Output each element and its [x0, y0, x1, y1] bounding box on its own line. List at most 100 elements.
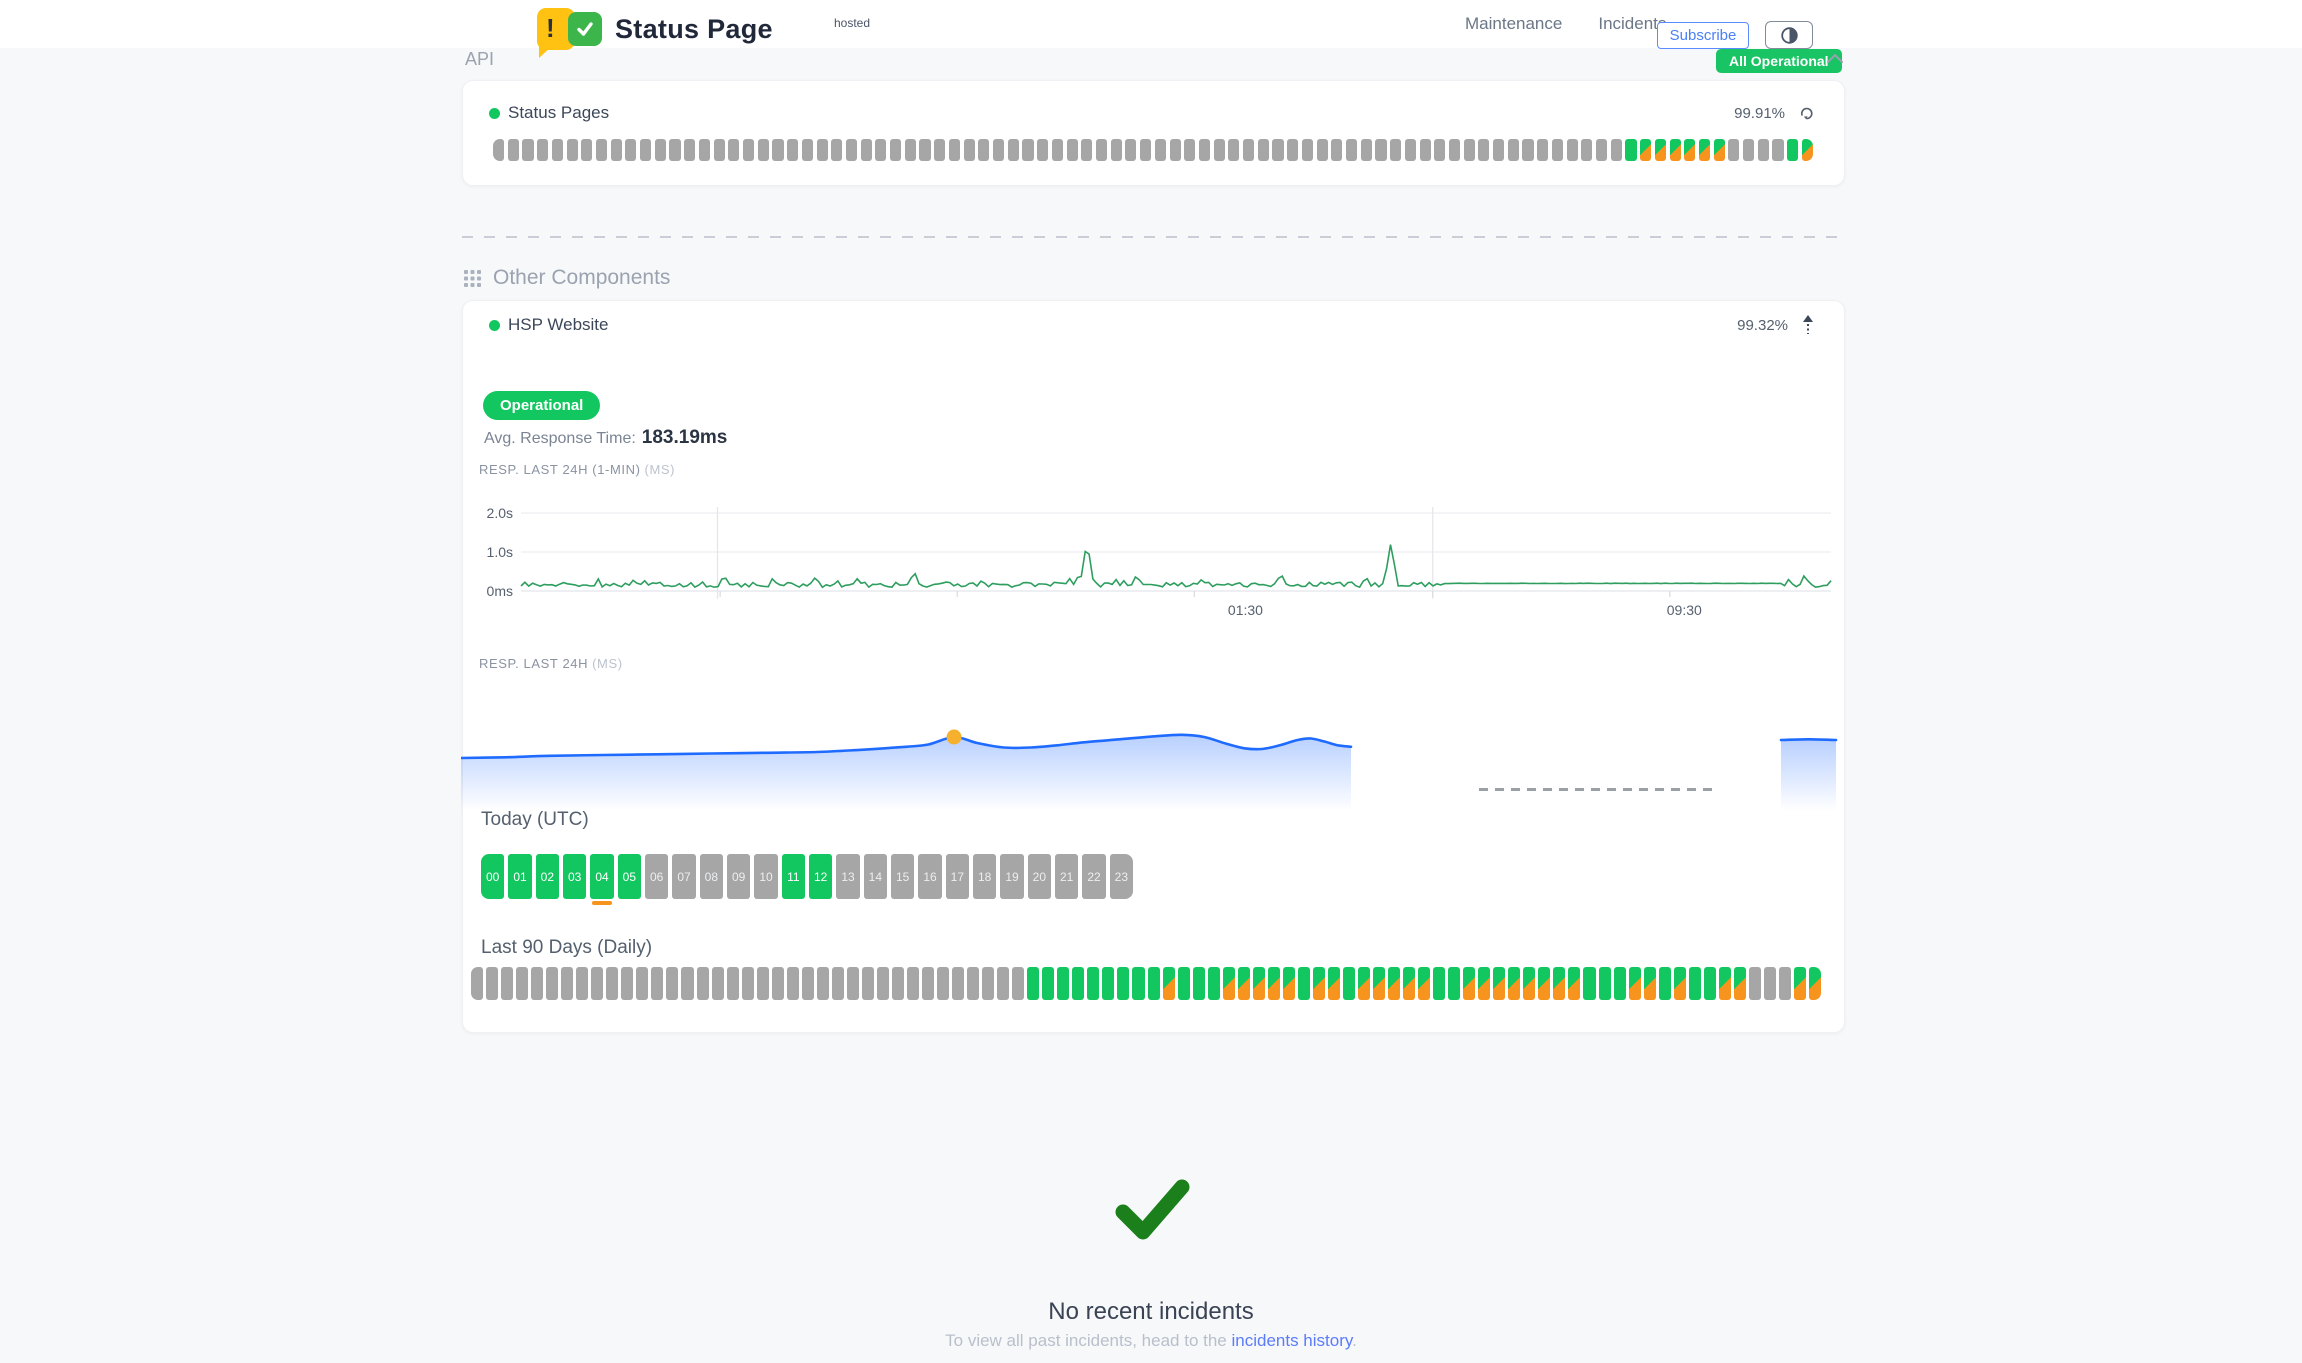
uptime-bar-empty[interactable]: [712, 967, 724, 1000]
hour-block-06[interactable]: 06: [645, 854, 668, 899]
uptime-bar-empty[interactable]: [742, 967, 754, 1000]
uptime-bar-up[interactable]: [1614, 967, 1626, 1000]
uptime-bar-empty[interactable]: [758, 139, 769, 161]
uptime-bar-empty[interactable]: [1728, 139, 1739, 161]
uptime-bar-partial[interactable]: [1719, 967, 1731, 1000]
uptime-bar-up[interactable]: [1659, 967, 1671, 1000]
uptime-bar-empty[interactable]: [743, 139, 754, 161]
uptime-bar-up[interactable]: [1072, 967, 1084, 1000]
highlight-marker-dot[interactable]: [947, 730, 962, 745]
uptime-bar-empty[interactable]: [907, 967, 919, 1000]
uptime-bar-partial[interactable]: [1388, 967, 1400, 1000]
uptime-bar-partial[interactable]: [1403, 967, 1415, 1000]
uptime-bar-partial[interactable]: [1629, 967, 1641, 1000]
uptime-bar-empty[interactable]: [787, 139, 798, 161]
uptime-bar-empty[interactable]: [1478, 139, 1489, 161]
uptime-bar-empty[interactable]: [611, 139, 622, 161]
uptime-bar-empty[interactable]: [967, 967, 979, 1000]
uptime-bar-up[interactable]: [1178, 967, 1190, 1000]
uptime-bar-empty[interactable]: [640, 139, 651, 161]
uptime-bar-empty[interactable]: [1037, 139, 1048, 161]
uptime-bar-empty[interactable]: [699, 139, 710, 161]
uptime-bar-partial[interactable]: [1640, 139, 1651, 161]
subscribe-button[interactable]: Subscribe: [1657, 22, 1749, 49]
uptime-bar-partial[interactable]: [1809, 967, 1821, 1000]
uptime-bar-empty[interactable]: [890, 139, 901, 161]
uptime-bar-empty[interactable]: [669, 139, 680, 161]
uptime-bar-empty[interactable]: [997, 967, 1009, 1000]
uptime-bar-up[interactable]: [1042, 967, 1054, 1000]
hour-block-10[interactable]: 10: [754, 854, 777, 899]
hour-block-13[interactable]: 13: [836, 854, 859, 899]
uptime-bar-empty[interactable]: [1012, 967, 1024, 1000]
uptime-bar-empty[interactable]: [892, 967, 904, 1000]
hour-block-08[interactable]: 08: [700, 854, 723, 899]
uptime-bar-empty[interactable]: [831, 139, 842, 161]
uptime-bar-empty[interactable]: [1420, 139, 1431, 161]
uptime-bar-empty[interactable]: [847, 967, 859, 1000]
uptime-bar-empty[interactable]: [982, 967, 994, 1000]
uptime-bar-empty[interactable]: [1361, 139, 1372, 161]
uptime-bar-empty[interactable]: [952, 967, 964, 1000]
uptime-bar-partial[interactable]: [1463, 967, 1475, 1000]
uptime-bar-up[interactable]: [1057, 967, 1069, 1000]
uptime-bar-empty[interactable]: [486, 967, 498, 1000]
uptime-bar-partial[interactable]: [1734, 967, 1746, 1000]
uptime-bar-empty[interactable]: [508, 139, 519, 161]
uptime-bar-partial[interactable]: [1684, 139, 1695, 161]
uptime-bar-empty[interactable]: [1317, 139, 1328, 161]
uptime-bar-empty[interactable]: [1749, 967, 1761, 1000]
uptime-bar-up[interactable]: [1193, 967, 1205, 1000]
uptime-bar-up[interactable]: [1689, 967, 1701, 1000]
hour-block-23[interactable]: 23: [1110, 854, 1133, 899]
uptime-bar-empty[interactable]: [1008, 139, 1019, 161]
uptime-bar-empty[interactable]: [591, 967, 603, 1000]
uptime-bar-empty[interactable]: [1140, 139, 1151, 161]
uptime-bar-empty[interactable]: [728, 139, 739, 161]
uptime-bar-partial[interactable]: [1163, 967, 1175, 1000]
uptime-bar-empty[interactable]: [1779, 967, 1791, 1000]
uptime-bar-partial[interactable]: [1674, 967, 1686, 1000]
uptime-bar-partial[interactable]: [1508, 967, 1520, 1000]
refresh-icon[interactable]: [1799, 106, 1814, 121]
uptime-bar-empty[interactable]: [1184, 139, 1195, 161]
uptime-bar-empty[interactable]: [978, 139, 989, 161]
uptime-bar-partial[interactable]: [1568, 967, 1580, 1000]
uptime-bar-empty[interactable]: [1346, 139, 1357, 161]
uptime-bar-partial[interactable]: [1699, 139, 1710, 161]
uptime-bar-up[interactable]: [1148, 967, 1160, 1000]
uptime-bar-partial[interactable]: [1655, 139, 1666, 161]
uptime-bar-empty[interactable]: [1390, 139, 1401, 161]
uptime-bar-empty[interactable]: [493, 139, 504, 161]
uptime-bar-empty[interactable]: [1272, 139, 1283, 161]
uptime-bar-empty[interactable]: [877, 967, 889, 1000]
uptime-bar-empty[interactable]: [552, 139, 563, 161]
uptime-bar-empty[interactable]: [1743, 139, 1754, 161]
uptime-bar-empty[interactable]: [934, 139, 945, 161]
uptime-bar-partial[interactable]: [1802, 139, 1813, 161]
uptime-bar-empty[interactable]: [1464, 139, 1475, 161]
uptime-bar-up[interactable]: [1433, 967, 1445, 1000]
uptime-bar-up[interactable]: [1343, 967, 1355, 1000]
uptime-bar-empty[interactable]: [1199, 139, 1210, 161]
uptime-bar-empty[interactable]: [1449, 139, 1460, 161]
uptime-bar-empty[interactable]: [1155, 139, 1166, 161]
uptime-bar-empty[interactable]: [1405, 139, 1416, 161]
hour-block-17[interactable]: 17: [946, 854, 969, 899]
uptime-bar-empty[interactable]: [772, 967, 784, 1000]
response-time-line-chart[interactable]: 2.0s1.0s0ms01:3009:30: [483, 501, 1835, 626]
uptime-bar-up[interactable]: [1027, 967, 1039, 1000]
uptime-bar-empty[interactable]: [651, 967, 663, 1000]
uptime-bar-empty[interactable]: [714, 139, 725, 161]
hour-block-11[interactable]: 11: [782, 854, 805, 899]
uptime-bar-empty[interactable]: [1375, 139, 1386, 161]
uptime-bar-empty[interactable]: [621, 967, 633, 1000]
uptime-bar-empty[interactable]: [1331, 139, 1342, 161]
uptime-bar-up[interactable]: [1102, 967, 1114, 1000]
uptime-bar-up[interactable]: [1599, 967, 1611, 1000]
uptime-bar-partial[interactable]: [1328, 967, 1340, 1000]
uptime-bar-empty[interactable]: [1772, 139, 1783, 161]
hour-block-15[interactable]: 15: [891, 854, 914, 899]
uptime-bar-partial[interactable]: [1373, 967, 1385, 1000]
uptime-bar-empty[interactable]: [1111, 139, 1122, 161]
